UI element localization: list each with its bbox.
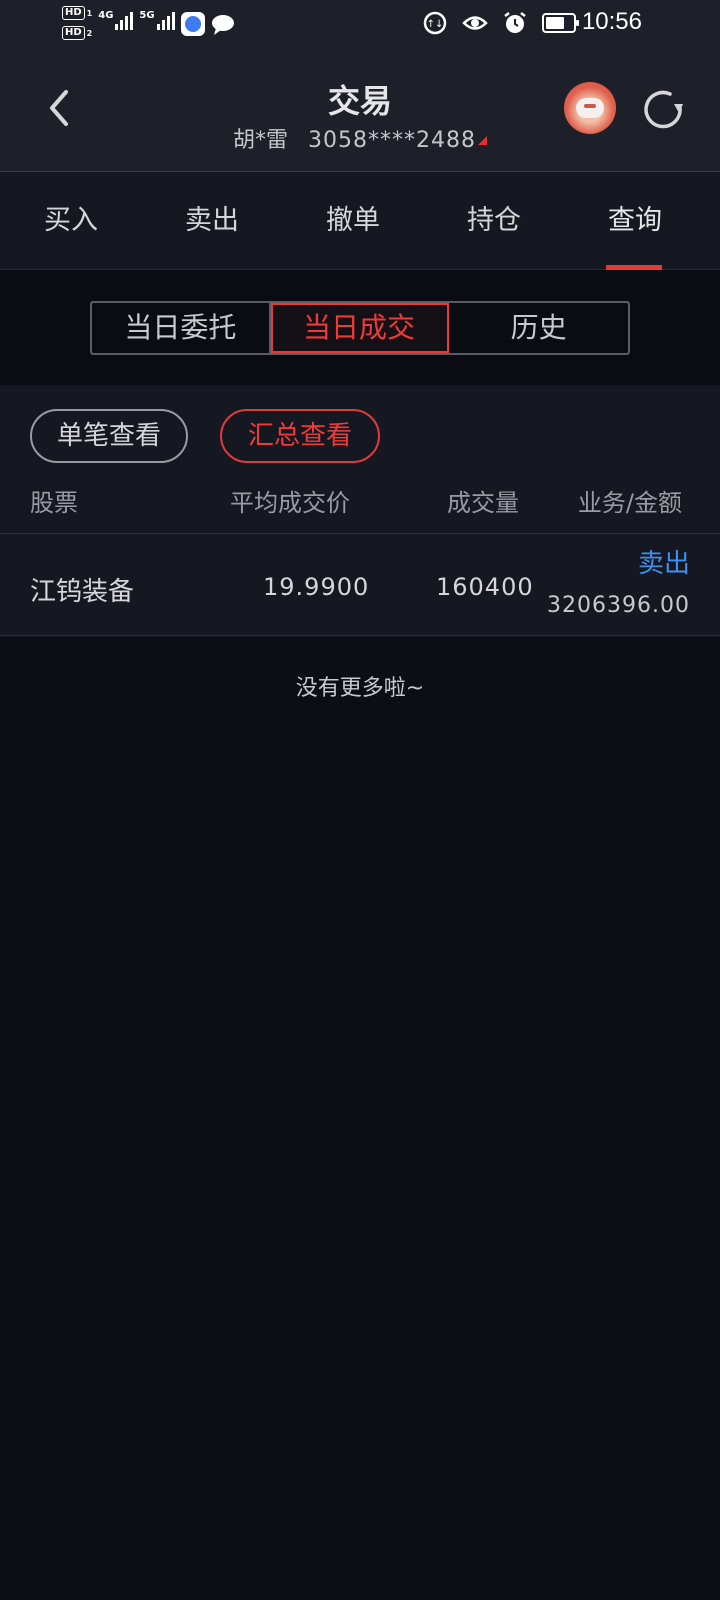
sim2-label: HD — [62, 26, 85, 40]
single-view-button[interactable]: 单笔查看 — [30, 409, 188, 463]
avatar[interactable] — [564, 82, 616, 134]
row-action: 卖出 — [637, 549, 690, 579]
summary-view-button[interactable]: 汇总查看 — [220, 409, 380, 463]
tab-sell-label: 卖出 — [185, 205, 239, 236]
segment-today-orders[interactable]: 当日委托 — [92, 303, 271, 353]
segment-history[interactable]: 历史 — [449, 303, 628, 353]
header-divider — [0, 533, 720, 534]
tab-cancel-label: 撤单 — [326, 205, 380, 236]
account-name: 胡*雷 — [233, 128, 289, 153]
app-notification-icon — [180, 12, 205, 36]
sim-indicators: HD 1 HD 2 — [62, 6, 92, 40]
column-header-volume: 成交量 — [447, 489, 519, 517]
sim1-num: 1 — [86, 8, 93, 18]
segmented-control: 当日委托 当日成交 历史 — [90, 301, 630, 355]
tab-query[interactable]: 查询 — [580, 172, 690, 270]
sim2-num: 2 — [86, 28, 93, 38]
tab-buy[interactable]: 买入 — [16, 172, 126, 270]
main-tab-bar: 买入 卖出 撤单 持仓 查询 — [0, 172, 720, 270]
row-divider — [0, 635, 720, 636]
sim1-label: HD — [62, 6, 85, 20]
trades-list: 单笔查看 汇总查看 股票 平均成交价 成交量 业务/金额 江钨装备 19.990… — [0, 385, 720, 637]
account-dropdown-icon[interactable] — [478, 136, 487, 145]
column-header-stock: 股票 — [30, 489, 78, 517]
eye-icon — [462, 16, 488, 30]
column-header-business-amount: 业务/金额 — [577, 489, 682, 517]
tab-query-label: 查询 — [608, 205, 662, 236]
net2-label: 5G — [139, 10, 155, 21]
data-saver-icon: ↑↓ — [423, 11, 447, 35]
refresh-icon[interactable] — [640, 86, 688, 134]
column-header-avg-price: 平均成交价 — [230, 489, 350, 517]
tab-buy-label: 买入 — [44, 205, 98, 236]
status-bar-right: ↑↓ — [422, 10, 580, 36]
tab-sell[interactable]: 卖出 — [157, 172, 267, 270]
row-amount: 3206396.00 — [547, 593, 690, 618]
sim1-hd-icon: HD 1 — [62, 6, 92, 20]
svg-text:↑↓: ↑↓ — [427, 19, 444, 30]
account-number: 3058****2488 — [308, 128, 476, 153]
tab-cancel-order[interactable]: 撤单 — [298, 172, 408, 270]
battery-icon — [542, 13, 579, 33]
segment-today-trades[interactable]: 当日成交 — [270, 303, 450, 353]
net1-label: 4G — [98, 10, 114, 21]
segment-area: 当日委托 当日成交 历史 — [0, 270, 720, 385]
status-bar-left: HD 1 HD 2 4G 5G — [62, 6, 235, 40]
row-avg-price: 19.9900 — [263, 573, 370, 601]
tab-positions[interactable]: 持仓 — [439, 172, 549, 270]
status-bar: HD 1 HD 2 4G 5G ↑↓ 10:56 — [0, 0, 720, 50]
signal-icon-sim2: 5G — [139, 10, 175, 30]
row-stock-name: 江钨装备 — [30, 577, 135, 607]
signal-icon-sim1: 4G — [98, 10, 134, 30]
clock: 10:56 — [581, 8, 642, 35]
account-selector[interactable]: 胡*雷 3058****2488 — [0, 122, 720, 154]
row-volume: 160400 — [436, 573, 534, 601]
no-more-text: 没有更多啦~ — [295, 676, 425, 701]
tab-positions-label: 持仓 — [467, 205, 521, 236]
alarm-icon — [504, 12, 526, 33]
sim2-hd-icon: HD 2 — [62, 26, 92, 40]
message-icon — [211, 15, 234, 35]
